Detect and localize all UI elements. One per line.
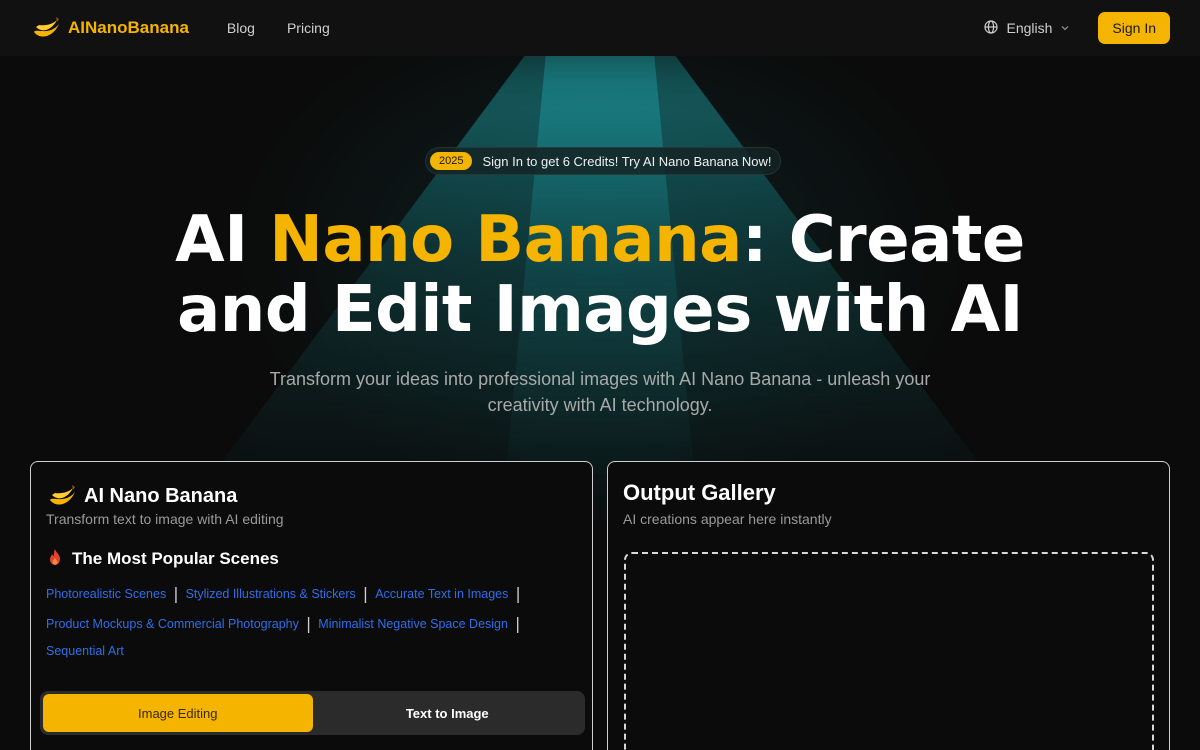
brand-logo[interactable]: AINanoBanana [30, 12, 189, 44]
nav-pricing[interactable]: Pricing [287, 20, 330, 36]
hero-title-line2: and Edit Images with AI [177, 273, 1023, 347]
badge-year: 2025 [430, 152, 473, 170]
scene-link[interactable]: Sequential Art [46, 644, 124, 658]
top-nav: AINanoBanana Blog Pricing English Sign I… [0, 0, 1200, 56]
divider: | [515, 584, 521, 603]
scene-link[interactable]: Product Mockups & Commercial Photography [46, 617, 299, 631]
hero-title: AI Nano Banana: Create and Edit Images w… [0, 205, 1200, 345]
editor-subtitle: Transform text to image with AI editing [46, 511, 284, 527]
output-dropzone [624, 552, 1154, 750]
hero-title-suffix: : Create [741, 203, 1026, 277]
banana-icon [46, 480, 78, 512]
image-editing-tab[interactable]: Image Editing [43, 694, 313, 732]
main-nav: Blog Pricing [227, 20, 330, 36]
hero-subtitle: Transform your ideas into professional i… [269, 369, 931, 415]
divider: | [305, 614, 312, 633]
hero-title-accent: Nano Banana [269, 203, 742, 277]
hero-title-prefix: AI [175, 203, 270, 277]
editor-title: AI Nano Banana [84, 484, 238, 507]
scene-link[interactable]: Stylized Illustrations & Stickers [186, 587, 356, 601]
output-gallery-panel: Output Gallery AI creations appear here … [607, 461, 1170, 750]
badge-text: Sign In to get 6 Credits! Try AI Nano Ba… [482, 153, 772, 169]
fire-icon [46, 548, 64, 570]
divider: | [173, 584, 179, 603]
divider: | [514, 614, 521, 633]
promo-badge[interactable]: 2025 Sign In to get 6 Credits! Try AI Na… [425, 147, 781, 175]
scene-link[interactable]: Minimalist Negative Space Design [318, 617, 508, 631]
globe-icon [984, 19, 999, 37]
scene-link[interactable]: Accurate Text in Images [375, 587, 508, 601]
editor-panel: AI Nano Banana Transform text to image w… [30, 461, 593, 750]
language-label: English [1006, 20, 1053, 36]
sign-in-button[interactable]: Sign In [1098, 12, 1170, 44]
mode-toggle: Image Editing Text to Image [40, 691, 585, 735]
scene-link[interactable]: Photorealistic Scenes [46, 587, 166, 601]
banana-icon [30, 12, 62, 44]
nav-blog[interactable]: Blog [227, 20, 255, 36]
scenes-heading: The Most Popular Scenes [72, 549, 279, 568]
language-selector[interactable]: English [984, 19, 1070, 37]
chevron-down-icon [1060, 20, 1070, 36]
gallery-title: Output Gallery [623, 480, 776, 505]
divider: | [362, 584, 369, 603]
gallery-subtitle: AI creations appear here instantly [623, 511, 832, 527]
text-to-image-tab[interactable]: Text to Image [313, 694, 583, 732]
brand-name: AINanoBanana [68, 18, 189, 37]
